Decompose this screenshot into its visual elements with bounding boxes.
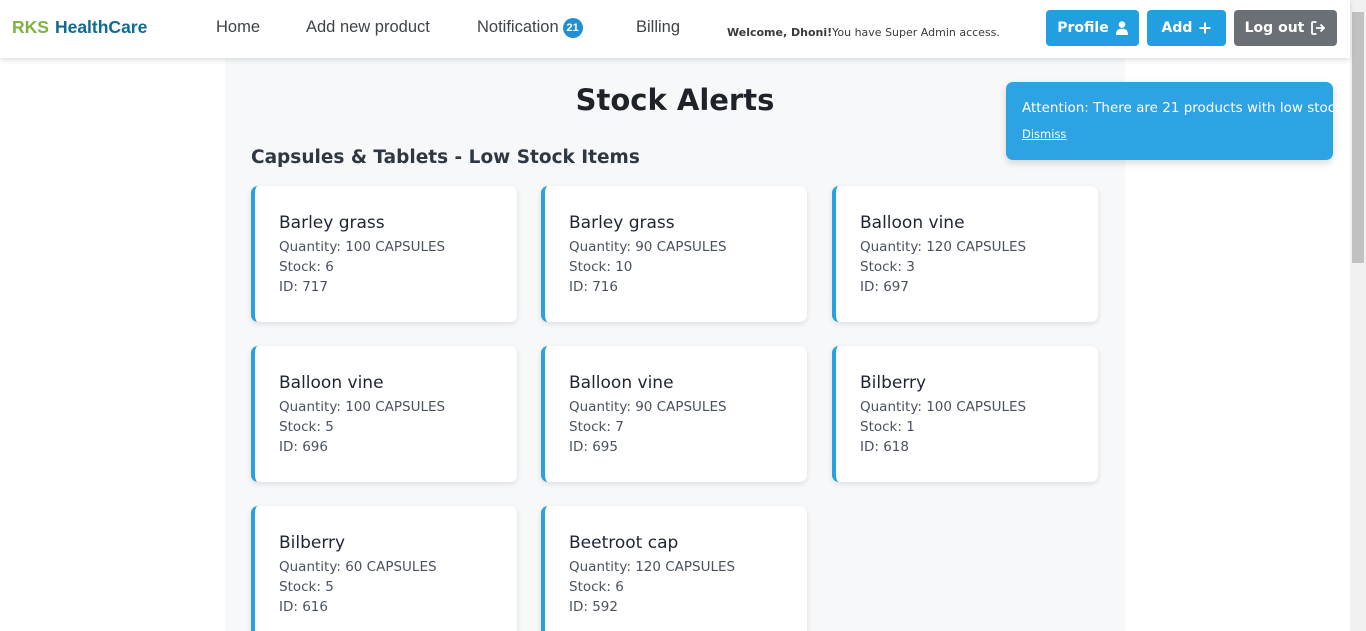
user-icon [1115, 21, 1128, 35]
nav-link-billing[interactable]: Billing [636, 18, 680, 37]
top-navbar: RKS HealthCare Home Add new product Notif… [0, 0, 1350, 58]
section-title: Capsules & Tablets - Low Stock Items [251, 147, 640, 168]
product-id: ID: 618 [860, 439, 909, 455]
scrollbar-thumb[interactable] [1352, 12, 1364, 263]
stock-card[interactable]: Balloon vine Quantity: 120 CAPSULES Stoc… [832, 186, 1098, 322]
product-name: Bilberry [860, 373, 927, 393]
low-stock-toast: Attention: There are 21 products with lo… [1006, 82, 1348, 160]
product-stock: Stock: 6 [569, 579, 624, 595]
product-name: Barley grass [279, 213, 385, 233]
product-name: Barley grass [569, 213, 675, 233]
page-title: Stock Alerts [575, 83, 775, 117]
product-name: Balloon vine [279, 373, 384, 393]
nav-link-notification-label: Notification [477, 18, 559, 36]
logout-button-label: Log out [1244, 20, 1305, 36]
plus-icon [1199, 22, 1211, 34]
product-quantity: Quantity: 100 CAPSULES [279, 239, 446, 255]
product-name: Balloon vine [860, 213, 965, 233]
product-stock: Stock: 10 [569, 259, 633, 275]
brand-prefix: RKS [12, 17, 49, 37]
nav-link-home[interactable]: Home [216, 18, 260, 37]
add-button[interactable]: Add [1147, 10, 1226, 46]
product-id: ID: 717 [279, 279, 328, 295]
product-stock: Stock: 5 [279, 419, 334, 435]
product-stock: Stock: 6 [279, 259, 334, 275]
product-quantity: Quantity: 90 CAPSULES [569, 239, 727, 255]
logout-button[interactable]: Log out [1234, 10, 1337, 46]
product-quantity: Quantity: 120 CAPSULES [569, 559, 736, 575]
product-id: ID: 716 [569, 279, 618, 295]
stock-card[interactable]: Barley grass Quantity: 100 CAPSULES Stoc… [251, 186, 517, 322]
toast-dismiss-link[interactable]: Dismiss [1022, 127, 1066, 141]
product-name: Bilberry [279, 533, 346, 553]
main-content: Stock Alerts Capsules & Tablets - Low St… [225, 58, 1125, 631]
brand-name: HealthCare [54, 17, 148, 37]
nav-link-add-new-product[interactable]: Add new product [306, 18, 430, 37]
notification-count-badge: 21 [562, 18, 583, 38]
stock-card[interactable]: Bilberry Quantity: 100 CAPSULES Stock: 1… [832, 346, 1098, 482]
nav-link-notification[interactable]: Notification 21 [477, 18, 583, 38]
add-button-label: Add [1161, 20, 1193, 36]
product-quantity: Quantity: 120 CAPSULES [860, 239, 1027, 255]
product-quantity: Quantity: 90 CAPSULES [569, 399, 727, 415]
welcome-access: You have Super Admin access. [832, 26, 1000, 39]
product-quantity: Quantity: 60 CAPSULES [279, 559, 437, 575]
stock-card[interactable]: Balloon vine Quantity: 90 CAPSULES Stock… [541, 346, 807, 482]
product-id: ID: 592 [569, 599, 618, 615]
product-id: ID: 616 [279, 599, 328, 615]
toast-message: Attention: There are 21 products with lo… [1022, 100, 1348, 116]
product-stock: Stock: 3 [860, 259, 915, 275]
brand-logo[interactable]: RKS HealthCare [12, 17, 147, 38]
profile-button[interactable]: Profile [1046, 10, 1139, 46]
product-stock: Stock: 7 [569, 419, 624, 435]
stock-card[interactable]: Balloon vine Quantity: 100 CAPSULES Stoc… [251, 346, 517, 482]
stock-card[interactable]: Beetroot cap Quantity: 120 CAPSULES Stoc… [541, 506, 807, 631]
welcome-user: Welcome, Dhoni! [727, 26, 833, 39]
profile-button-label: Profile [1057, 20, 1109, 36]
page-scrollbar[interactable] [1350, 0, 1366, 631]
product-quantity: Quantity: 100 CAPSULES [279, 399, 446, 415]
welcome-message: Welcome, Dhoni!You have Super Admin acce… [727, 26, 1000, 39]
product-stock: Stock: 5 [279, 579, 334, 595]
product-quantity: Quantity: 100 CAPSULES [860, 399, 1027, 415]
product-stock: Stock: 1 [860, 419, 915, 435]
product-id: ID: 697 [860, 279, 909, 295]
stock-card[interactable]: Barley grass Quantity: 90 CAPSULES Stock… [541, 186, 807, 322]
product-name: Balloon vine [569, 373, 674, 393]
sign-out-icon [1311, 21, 1326, 35]
product-name: Beetroot cap [569, 533, 679, 553]
product-id: ID: 695 [569, 439, 618, 455]
product-id: ID: 696 [279, 439, 328, 455]
stock-card[interactable]: Bilberry Quantity: 60 CAPSULES Stock: 5 … [251, 506, 517, 631]
